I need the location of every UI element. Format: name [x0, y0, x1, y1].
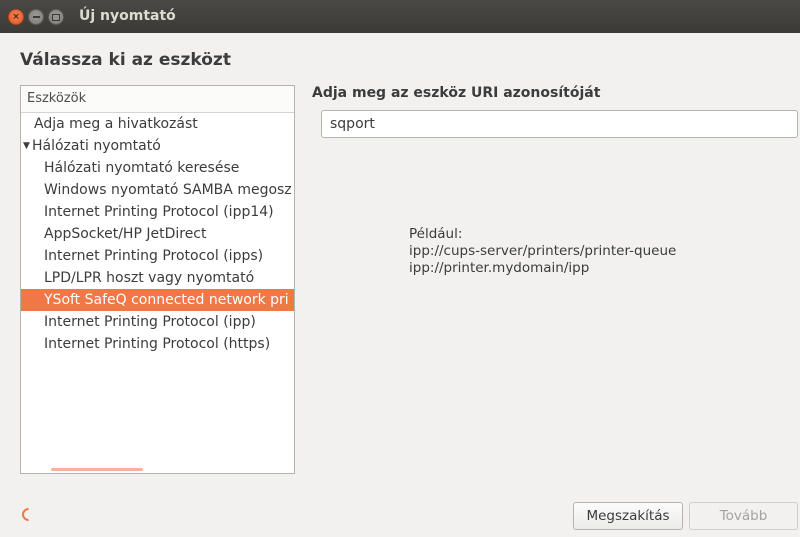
device-item-label: Internet Printing Protocol (ipps)	[44, 248, 264, 264]
minimize-icon[interactable]	[28, 9, 44, 25]
device-list-panel[interactable]: Eszközök Adja meg a hivatkozást ▼ Hálózat…	[20, 85, 295, 474]
device-item-label: Hálózati nyomtató keresése	[44, 160, 240, 176]
uri-input[interactable]	[321, 110, 798, 138]
example-line-1: ipp://cups-server/printers/printer-queue	[409, 243, 677, 259]
device-item-label: LPD/LPR hoszt vagy nyomtató	[44, 270, 255, 286]
device-item-ipp[interactable]: Internet Printing Protocol (ipp)	[21, 311, 294, 333]
device-item-find-network-printer[interactable]: Hálózati nyomtató keresése	[21, 157, 294, 179]
device-item-label: AppSocket/HP JetDirect	[44, 226, 207, 242]
close-icon[interactable]: ×	[8, 9, 24, 25]
device-item-label: Windows nyomtató SAMBA megosz	[44, 182, 292, 198]
device-item-network-printer[interactable]: ▼ Hálózati nyomtató	[21, 135, 294, 157]
device-list: Adja meg a hivatkozást ▼ Hálózati nyomtat…	[21, 113, 294, 355]
minimize-bar	[32, 16, 40, 18]
page-title: Válassza ki az eszközt	[20, 50, 231, 70]
close-glyph: ×	[12, 12, 20, 22]
device-item-label: YSoft SafeQ connected network pri	[44, 292, 289, 308]
device-item-label: Internet Printing Protocol (ipp14)	[44, 204, 274, 220]
maximize-icon[interactable]	[48, 9, 64, 25]
device-item-ipp14[interactable]: Internet Printing Protocol (ipp14)	[21, 201, 294, 223]
device-item-enter-uri[interactable]: Adja meg a hivatkozást	[21, 113, 294, 135]
device-item-label: Internet Printing Protocol (https)	[44, 336, 271, 352]
title-bar: × Új nyomtató	[0, 0, 800, 33]
spinner-icon	[19, 505, 38, 524]
uri-example: Például: ipp://cups-server/printers/prin…	[409, 226, 676, 277]
next-button[interactable]: Tovább	[689, 502, 798, 530]
uri-label: Adja meg az eszköz URI azonosítóját	[312, 85, 601, 101]
device-item-https[interactable]: Internet Printing Protocol (https)	[21, 333, 294, 355]
device-item-ysoft-safeq[interactable]: YSoft SafeQ connected network pri	[21, 289, 294, 311]
example-line-2: ipp://printer.mydomain/ipp	[409, 260, 590, 276]
device-item-samba[interactable]: Windows nyomtató SAMBA megosz	[21, 179, 294, 201]
device-item-label: Hálózati nyomtató	[32, 138, 161, 154]
maximize-box	[52, 13, 60, 21]
device-item-ipps[interactable]: Internet Printing Protocol (ipps)	[21, 245, 294, 267]
device-list-header[interactable]: Eszközök	[21, 86, 294, 113]
example-title: Például:	[409, 226, 463, 242]
cancel-button[interactable]: Megszakítás	[573, 502, 683, 530]
device-item-label: Internet Printing Protocol (ipp)	[44, 314, 256, 330]
horizontal-scrollbar[interactable]	[51, 468, 143, 471]
triangle-down-icon[interactable]: ▼	[23, 135, 32, 157]
window-title: Új nyomtató	[79, 8, 176, 24]
device-item-appsocket[interactable]: AppSocket/HP JetDirect	[21, 223, 294, 245]
device-item-label: Adja meg a hivatkozást	[34, 116, 198, 132]
device-item-lpd[interactable]: LPD/LPR hoszt vagy nyomtató	[21, 267, 294, 289]
